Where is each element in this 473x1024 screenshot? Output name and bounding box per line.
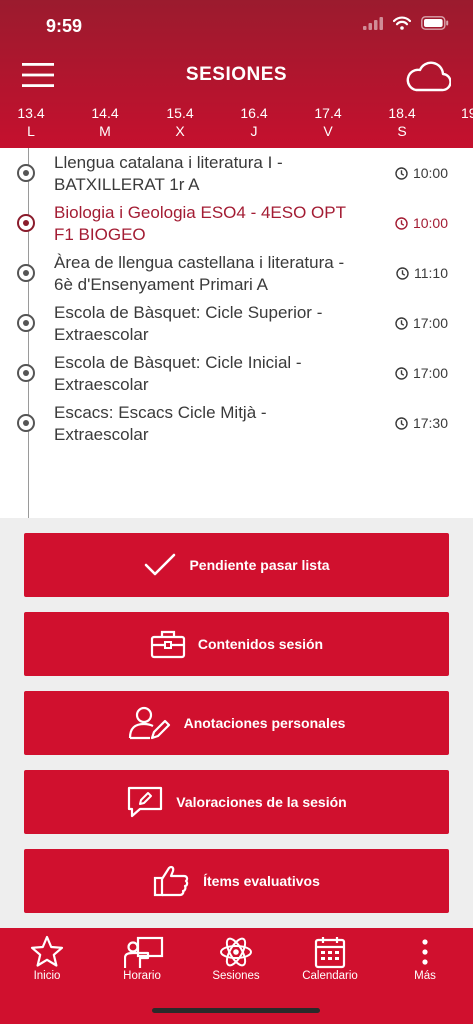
session-time: 10:00 bbox=[395, 215, 448, 231]
tab-inicio[interactable]: Inicio bbox=[7, 928, 87, 988]
clock-icon bbox=[395, 216, 408, 230]
day-item[interactable]: 14.4 M bbox=[80, 104, 130, 140]
teacher-board-icon bbox=[124, 936, 164, 968]
calendar-icon bbox=[314, 937, 346, 969]
wifi-icon bbox=[393, 16, 411, 30]
actions-panel: Pendiente pasar lista Contenidos sesión … bbox=[0, 518, 473, 928]
tab-calendario[interactable]: Calendario bbox=[290, 928, 370, 988]
day-item[interactable]: 18.4 S bbox=[377, 104, 427, 140]
clock-icon bbox=[395, 416, 408, 430]
day-item[interactable]: 16.4 J bbox=[229, 104, 279, 140]
day-item[interactable]: 15.4 X bbox=[155, 104, 205, 140]
star-icon bbox=[30, 935, 64, 967]
session-item-selected[interactable]: Biologia i Geologia ESO4 - 4ESO OPT F1 BI… bbox=[0, 200, 473, 250]
briefcase-icon bbox=[150, 630, 185, 659]
session-item[interactable]: Escola de Bàsquet: Cicle Superior - Extra… bbox=[0, 300, 473, 350]
session-title: Àrea de llengua castellana i literatura … bbox=[54, 253, 345, 294]
timeline-dot-icon bbox=[17, 364, 35, 382]
battery-icon bbox=[421, 16, 449, 30]
clock-icon bbox=[395, 166, 408, 180]
clock-icon bbox=[396, 266, 409, 280]
session-list: Llengua catalana i literatura I - BATXILL… bbox=[0, 148, 473, 518]
user-edit-icon bbox=[128, 706, 170, 740]
day-item[interactable]: 19.4 bbox=[451, 104, 473, 122]
session-time: 17:00 bbox=[395, 315, 448, 331]
status-time: 9:59 bbox=[46, 16, 83, 36]
session-time: 17:00 bbox=[395, 365, 448, 381]
session-title: Biologia i Geologia ESO4 - 4ESO OPT F1 BI… bbox=[54, 203, 346, 244]
timeline-dot-icon bbox=[17, 164, 35, 182]
session-title: Escola de Bàsquet: Cicle Inicial - Extrae… bbox=[54, 353, 302, 394]
personal-notes-button[interactable]: Anotaciones personales bbox=[24, 691, 449, 755]
session-time: 10:00 bbox=[395, 165, 448, 181]
timeline-dot-icon bbox=[17, 214, 35, 232]
session-ratings-button[interactable]: Valoraciones de la sesión bbox=[24, 770, 449, 834]
session-title: Escacs: Escacs Cicle Mitjà - Extraescolar bbox=[54, 403, 267, 444]
day-item[interactable]: 13.4 L bbox=[6, 104, 56, 140]
timeline-dot-icon bbox=[17, 314, 35, 332]
atom-icon bbox=[220, 937, 252, 967]
session-item[interactable]: Escola de Bàsquet: Cicle Inicial - Extrae… bbox=[0, 350, 473, 400]
more-vertical-icon bbox=[422, 939, 428, 965]
session-item[interactable]: Escacs: Escacs Cicle Mitjà - Extraescolar… bbox=[0, 400, 473, 450]
session-title: Llengua catalana i literatura I - BATXILL… bbox=[54, 153, 283, 194]
signal-icon bbox=[363, 16, 383, 30]
session-time: 11:10 bbox=[396, 265, 448, 281]
day-item[interactable]: 17.4 V bbox=[303, 104, 353, 140]
thumbs-up-icon bbox=[154, 865, 189, 897]
day-selector: 13.4L 14.4M 15.4X 16.4J 17.4V 18.4S 19.4 bbox=[0, 104, 473, 148]
session-title: Escola de Bàsquet: Cicle Superior - Extra… bbox=[54, 303, 323, 344]
top-bar: 9:59 SESIONES 13.4 L 14.4 M 15.4 X 16.4 … bbox=[0, 0, 473, 148]
page-title: SESIONES bbox=[185, 64, 288, 85]
session-item[interactable]: Àrea de llengua castellana i literatura … bbox=[0, 250, 473, 300]
tab-sesiones[interactable]: Sesiones bbox=[196, 928, 276, 988]
check-icon bbox=[145, 553, 176, 576]
session-contents-button[interactable]: Contenidos sesión bbox=[24, 612, 449, 676]
comment-edit-icon bbox=[128, 786, 163, 818]
evaluative-items-button[interactable]: Ítems evaluativos bbox=[24, 849, 449, 913]
pending-attendance-button[interactable]: Pendiente pasar lista bbox=[24, 533, 449, 597]
timeline-dot-icon bbox=[17, 414, 35, 432]
clock-icon bbox=[395, 316, 408, 330]
tab-mas[interactable]: Más bbox=[385, 928, 465, 988]
sync-button[interactable] bbox=[405, 58, 452, 94]
home-indicator[interactable] bbox=[152, 1008, 320, 1013]
timeline-dot-icon bbox=[17, 264, 35, 282]
status-icons bbox=[363, 16, 449, 30]
tab-horario[interactable]: Horario bbox=[102, 928, 182, 988]
clock-icon bbox=[395, 366, 408, 380]
cloud-icon bbox=[406, 61, 452, 92]
session-time: 17:30 bbox=[395, 415, 448, 431]
session-item[interactable]: Llengua catalana i literatura I - BATXILL… bbox=[0, 150, 473, 200]
